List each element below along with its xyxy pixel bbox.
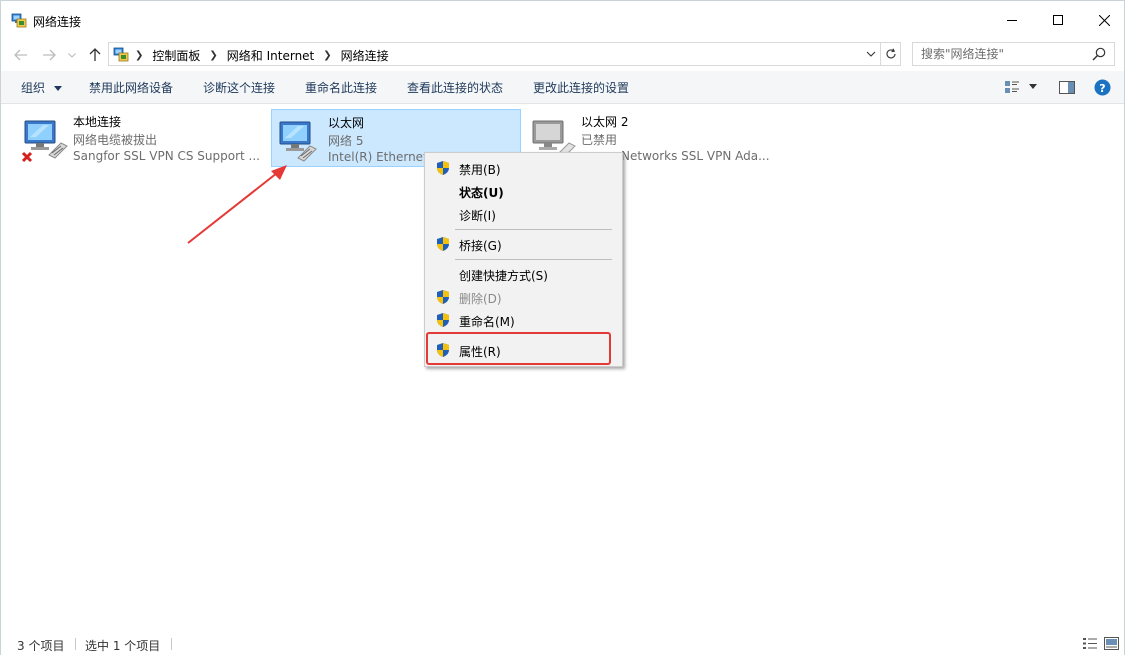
preview-pane-button[interactable] xyxy=(1059,77,1075,97)
network-connected-icon xyxy=(279,121,317,162)
network-disconnected-icon xyxy=(21,120,68,163)
menu-item-create-shortcut[interactable]: 创建快捷方式(S) xyxy=(427,263,620,285)
up-button[interactable] xyxy=(85,45,105,65)
up-arrow-icon xyxy=(89,48,101,61)
minimize-button[interactable] xyxy=(989,1,1035,39)
large-icons-view-icon[interactable] xyxy=(1104,637,1119,650)
breadcrumb-separator-icon[interactable]: ❯ xyxy=(323,50,331,61)
breadcrumb-network-connections[interactable]: 网络连接 xyxy=(341,47,389,64)
caret-down-icon xyxy=(53,85,62,91)
help-icon: ? xyxy=(1094,79,1111,95)
address-bar[interactable]: ❯ 控制面板 ❯ 网络和 Internet ❯ 网络连接 xyxy=(108,42,881,66)
preview-pane-icon xyxy=(1059,80,1075,94)
forward-arrow-icon xyxy=(43,49,56,61)
breadcrumb: ❯ 控制面板 ❯ 网络和 Internet ❯ 网络连接 xyxy=(135,47,389,64)
connection-status: 网络电缆被拔出 xyxy=(73,133,158,147)
search-icon[interactable] xyxy=(1092,47,1106,61)
connection-status: 已禁用 xyxy=(581,133,618,147)
status-separator xyxy=(75,638,76,650)
connection-item[interactable]: 本地连接 网络电缆被拔出 Sangfor SSL VPN CS Support … xyxy=(17,109,267,167)
network-connections-window: 网络连接 ❯ 控制面板 ❯ 网络和 Internet ❯ 网络连接 搜索"网络连… xyxy=(0,0,1125,655)
connection-name: 以太网 xyxy=(328,116,365,130)
selected-count: 选中 1 个项目 xyxy=(85,639,161,653)
menu-item-rename[interactable]: 重命名(M) xyxy=(427,309,620,331)
item-count: 3 个项目 xyxy=(17,639,65,653)
breadcrumb-control-panel[interactable]: 控制面板 xyxy=(152,47,200,64)
caret-down-icon xyxy=(1029,84,1037,89)
forward-button[interactable] xyxy=(39,45,59,65)
view-status-button[interactable]: 查看此连接的状态 xyxy=(407,79,503,96)
svg-text:?: ? xyxy=(1099,81,1105,94)
change-settings-button[interactable]: 更改此连接的设置 xyxy=(533,79,629,96)
close-button[interactable] xyxy=(1081,1,1125,39)
menu-item-label: 状态(U) xyxy=(459,186,504,200)
refresh-icon xyxy=(886,48,896,59)
window-title: 网络连接 xyxy=(33,15,82,29)
close-icon xyxy=(1098,14,1110,26)
properties-highlight-box xyxy=(426,332,611,365)
command-bar: 组织 禁用此网络设备 诊断这个连接 重命名此连接 查看此连接的状态 更改此连接的… xyxy=(1,71,1124,104)
menu-separator xyxy=(455,229,612,230)
breadcrumb-separator-icon[interactable]: ❯ xyxy=(135,50,143,61)
minimize-icon xyxy=(1007,20,1017,21)
rename-button[interactable]: 重命名此连接 xyxy=(305,79,377,96)
maximize-icon xyxy=(1053,15,1063,25)
menu-item-bridge[interactable]: 桥接(G) xyxy=(427,233,620,255)
view-options-button[interactable] xyxy=(1004,77,1020,97)
network-connections-icon xyxy=(113,47,129,62)
back-arrow-icon xyxy=(14,49,27,61)
status-separator xyxy=(171,638,172,650)
disable-device-button[interactable]: 禁用此网络设备 xyxy=(89,79,173,96)
uac-shield-icon xyxy=(437,290,449,304)
breadcrumb-separator-icon[interactable]: ❯ xyxy=(209,50,217,61)
view-options-icon xyxy=(1005,81,1019,93)
menu-separator xyxy=(455,259,612,260)
chevron-down-icon xyxy=(68,52,76,58)
menu-item-label: 删除(D) xyxy=(459,292,502,306)
view-dropdown-button[interactable] xyxy=(1029,77,1037,97)
details-view-icon[interactable] xyxy=(1082,637,1098,650)
uac-shield-icon xyxy=(437,161,449,175)
connection-device: Networks SSL VPN Ada... xyxy=(621,149,770,163)
address-row: ❯ 控制面板 ❯ 网络和 Internet ❯ 网络连接 xyxy=(1,39,1124,71)
diagnose-button[interactable]: 诊断这个连接 xyxy=(203,79,275,96)
maximize-button[interactable] xyxy=(1035,1,1081,39)
connection-device: Intel(R) Ethernet xyxy=(328,150,424,164)
uac-shield-icon xyxy=(437,237,449,251)
organize-menu[interactable]: 组织 xyxy=(21,79,62,96)
connection-status: 网络 5 xyxy=(328,134,364,148)
menu-item-label: 桥接(G) xyxy=(459,239,502,253)
menu-item-diagnose[interactable]: 诊断(I) xyxy=(427,203,620,225)
menu-item-label: 创建快捷方式(S) xyxy=(459,269,548,283)
search-input[interactable] xyxy=(921,44,1091,64)
network-connections-app-icon xyxy=(11,13,27,28)
address-dropdown-icon[interactable] xyxy=(866,48,876,60)
back-button[interactable] xyxy=(11,45,31,65)
menu-item-label: 禁用(B) xyxy=(459,163,501,177)
help-button[interactable]: ? xyxy=(1094,77,1111,97)
search-box[interactable] xyxy=(912,42,1115,66)
organize-label: 组织 xyxy=(21,81,46,95)
connection-name: 本地连接 xyxy=(73,115,122,129)
menu-item-label: 重命名(M) xyxy=(459,315,515,329)
title-bar[interactable]: 网络连接 xyxy=(1,1,1124,39)
recent-locations-button[interactable] xyxy=(65,45,79,65)
menu-item-label: 诊断(I) xyxy=(459,209,496,223)
connection-device: Sangfor SSL VPN CS Support ... xyxy=(73,149,260,163)
refresh-button[interactable] xyxy=(881,42,901,66)
connection-name: 以太网 2 xyxy=(581,115,629,129)
menu-item-status[interactable]: 状态(U) xyxy=(427,180,620,202)
breadcrumb-network-internet[interactable]: 网络和 Internet xyxy=(227,47,314,64)
status-bar: 3 个项目 选中 1 个项目 xyxy=(1,631,1124,655)
menu-item-disable[interactable]: 禁用(B) xyxy=(427,157,620,179)
uac-shield-icon xyxy=(437,313,449,327)
menu-item-delete: 删除(D) xyxy=(427,286,620,308)
